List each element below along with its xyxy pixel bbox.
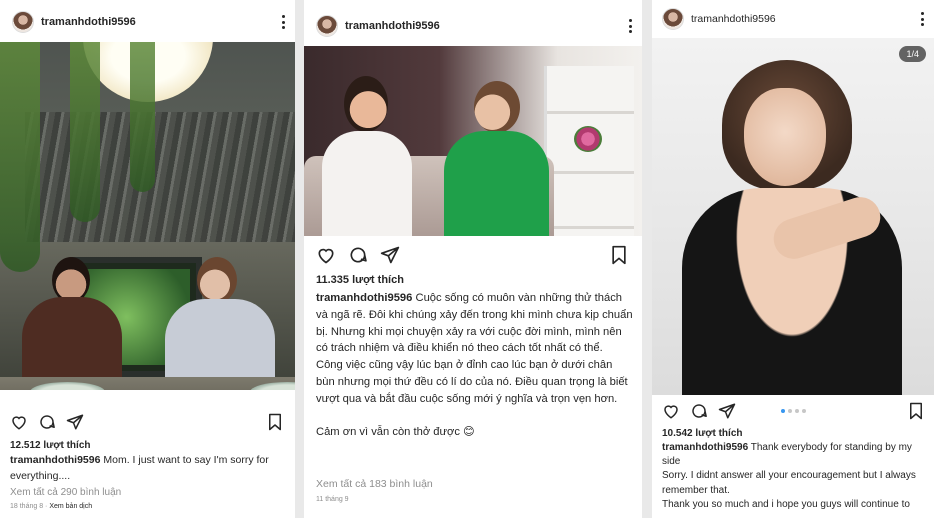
caption-paragraph-1: tramanhdothi9596 Cuộc sống có muôn vàn n… xyxy=(316,290,634,357)
post-image[interactable]: 1/4 xyxy=(652,38,934,395)
like-count[interactable]: 11.335 lượt thích xyxy=(316,274,404,286)
post-meta: 18 tháng 8 · Xem bản dịch xyxy=(10,503,93,510)
post-header: tramanhdothi9596 xyxy=(304,14,642,38)
heart-icon[interactable] xyxy=(10,413,28,431)
post-header: tramanhdothi9596 xyxy=(652,8,934,30)
caption-paragraph-3: Thank you so much and i hope you guys wi… xyxy=(662,498,910,510)
post-card-1: tramanhdothi9596 12.512 lượt thích trama… xyxy=(0,0,295,518)
username[interactable]: tramanhdothi9596 xyxy=(345,20,440,32)
more-options-icon[interactable] xyxy=(920,12,924,26)
more-options-icon[interactable] xyxy=(628,19,632,33)
comment-icon[interactable] xyxy=(38,413,56,431)
carousel-dot xyxy=(780,409,785,413)
comment-icon[interactable] xyxy=(348,245,368,265)
caption: tramanhdothi9596 Mom. I just want to say… xyxy=(10,453,280,485)
caption-username[interactable]: tramanhdothi9596 xyxy=(662,442,748,453)
carousel-dot xyxy=(787,409,792,413)
action-bar xyxy=(0,413,295,439)
username[interactable]: tramanhdothi9596 xyxy=(691,13,776,25)
caption-paragraph-3: Cảm ơn vì vẫn còn thở được 😊 xyxy=(316,425,475,438)
post-image[interactable] xyxy=(0,42,295,390)
caption: tramanhdothi9596 Cuộc sống có muôn vàn n… xyxy=(316,290,634,440)
caption-username[interactable]: tramanhdothi9596 xyxy=(10,454,100,466)
caption-username[interactable]: tramanhdothi9596 xyxy=(316,292,412,304)
avatar[interactable] xyxy=(12,11,34,33)
carousel-counter: 1/4 xyxy=(899,46,926,62)
bookmark-icon[interactable] xyxy=(610,245,628,265)
heart-icon[interactable] xyxy=(316,245,336,265)
post-card-2: tramanhdothi9596 11.335 lượt thích trama… xyxy=(304,0,642,518)
action-bar xyxy=(652,402,934,428)
action-bar xyxy=(304,245,642,271)
more-options-icon[interactable] xyxy=(281,15,285,29)
caption-paragraph-1: tramanhdothi9596 Thank everybody for sta… xyxy=(662,441,928,469)
avatar[interactable] xyxy=(662,8,684,30)
see-translation-link[interactable]: Xem bản dịch xyxy=(49,503,92,510)
like-count[interactable]: 10.542 lượt thích xyxy=(662,428,743,439)
carousel-dot xyxy=(794,409,799,413)
carousel-dot xyxy=(801,409,806,413)
carousel-indicator xyxy=(652,409,934,413)
caption: tramanhdothi9596 Thank everybody for sta… xyxy=(662,441,928,512)
view-all-comments[interactable]: Xem tất cả 290 bình luận xyxy=(10,487,121,498)
post-image[interactable] xyxy=(304,46,642,236)
caption-paragraph-2: Công việc cũng vậy lúc bạn ở đỉnh cao lú… xyxy=(316,359,628,405)
post-date: 11 tháng 9 xyxy=(316,496,349,503)
share-icon[interactable] xyxy=(66,413,84,431)
view-all-comments[interactable]: Xem tất cả 183 bình luận xyxy=(316,478,433,490)
post-header: tramanhdothi9596 xyxy=(0,10,295,34)
caption-paragraph-2: Sorry. I didnt answer all your encourage… xyxy=(662,470,916,496)
bookmark-icon[interactable] xyxy=(267,413,283,431)
username[interactable]: tramanhdothi9596 xyxy=(41,16,136,28)
post-card-3: tramanhdothi9596 1/4 10.542 lượt thích t… xyxy=(652,0,934,518)
share-icon[interactable] xyxy=(380,245,400,265)
avatar[interactable] xyxy=(316,15,338,37)
like-count[interactable]: 12.512 lượt thích xyxy=(10,440,91,451)
post-date: 18 tháng 8 xyxy=(10,503,44,510)
